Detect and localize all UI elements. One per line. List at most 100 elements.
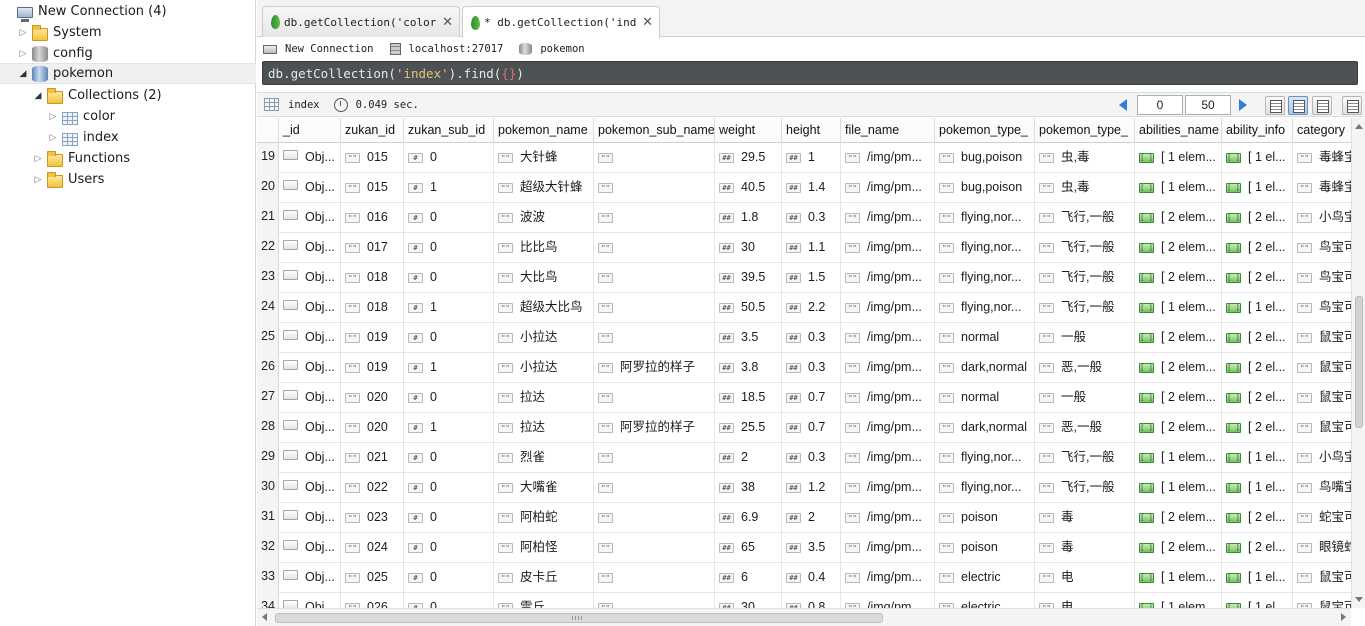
table-cell-weight[interactable]: ## 3.5 — [715, 323, 782, 353]
table-cell-type_en[interactable]: "" flying,nor... — [935, 203, 1035, 233]
table-cell-info[interactable]: [ ] [ 2 el... — [1222, 263, 1293, 293]
table-cell-weight[interactable]: ## 40.5 — [715, 173, 782, 203]
table-cell-file[interactable]: "" /img/pm... — [841, 503, 935, 533]
table-cell-sub[interactable]: #0 — [404, 473, 494, 503]
table-cell-id[interactable]: Obj... — [279, 203, 341, 233]
table-row[interactable]: 19 Obj... "" 015 #0 "" 大针蜂 "" ## 29.5 ## 1 "" /img/pm… — [257, 143, 1351, 173]
table-cell-weight[interactable]: ## 38 — [715, 473, 782, 503]
table-cell-height[interactable]: ## 2.2 — [782, 293, 841, 323]
table-cell-zukan[interactable]: "" 021 — [341, 443, 404, 473]
tree-db-system[interactable]: ▷ System — [0, 22, 256, 43]
table-cell-subname[interactable]: "" — [594, 233, 715, 263]
table-cell-name[interactable]: "" 阿柏怪 — [494, 533, 594, 563]
table-cell-type_cn[interactable]: "" 虫,毒 — [1035, 143, 1135, 173]
table-cell-id[interactable]: Obj... — [279, 383, 341, 413]
table-cell-abil[interactable]: [ ] [ 2 elem... — [1135, 503, 1222, 533]
table-cell-subname[interactable]: "" — [594, 593, 715, 608]
table-cell-file[interactable]: "" /img/pm... — [841, 443, 935, 473]
text-view-button[interactable] — [1312, 96, 1332, 115]
table-cell-name[interactable]: "" 雷丘 — [494, 593, 594, 608]
table-cell-cat[interactable]: "" 小鸟宝 — [1293, 443, 1351, 473]
table-cell-sub[interactable]: #0 — [404, 233, 494, 263]
close-icon[interactable]: ✕ — [642, 15, 653, 30]
table-cell-abil[interactable]: [ ] [ 2 elem... — [1135, 533, 1222, 563]
scroll-left-icon[interactable] — [262, 613, 267, 621]
table-cell-sub[interactable]: #0 — [404, 263, 494, 293]
table-cell-type_cn[interactable]: "" 毒 — [1035, 503, 1135, 533]
table-cell-weight[interactable]: ## 18.5 — [715, 383, 782, 413]
table-cell-sub[interactable]: #0 — [404, 203, 494, 233]
tree-collection-index[interactable]: ▷ index — [0, 127, 256, 148]
table-cell-type_cn[interactable]: "" 电 — [1035, 563, 1135, 593]
column-header[interactable]: ability_info — [1222, 118, 1293, 143]
table-cell-height[interactable]: ## 0.3 — [782, 323, 841, 353]
table-cell-subname[interactable]: "" — [594, 203, 715, 233]
table-row[interactable]: 23 Obj... "" 018 #0 "" 大比鸟 "" ## 39.5 ## 1.5 "" /img/… — [257, 263, 1351, 293]
table-cell-type_cn[interactable]: "" 飞行,一般 — [1035, 263, 1135, 293]
column-header[interactable]: file_name — [841, 118, 935, 143]
table-cell-name[interactable]: "" 大嘴雀 — [494, 473, 594, 503]
table-cell-height[interactable]: ## 1.5 — [782, 263, 841, 293]
table-cell-cat[interactable]: "" 鸟嘴宝 — [1293, 473, 1351, 503]
tree-connection[interactable]: New Connection (4) — [0, 1, 256, 22]
table-cell-type_en[interactable]: "" flying,nor... — [935, 233, 1035, 263]
table-cell-subname[interactable]: "" — [594, 443, 715, 473]
table-cell-type_en[interactable]: "" normal — [935, 323, 1035, 353]
table-cell-type_cn[interactable]: "" 飞行,一般 — [1035, 293, 1135, 323]
table-cell-id[interactable]: Obj... — [279, 263, 341, 293]
table-cell-sub[interactable]: #0 — [404, 593, 494, 608]
table-cell-name[interactable]: "" 拉达 — [494, 383, 594, 413]
table-cell-type_en[interactable]: "" flying,nor... — [935, 443, 1035, 473]
table-cell-name[interactable]: "" 阿柏蛇 — [494, 503, 594, 533]
table-cell-file[interactable]: "" /img/pm... — [841, 263, 935, 293]
table-cell-id[interactable]: Obj... — [279, 173, 341, 203]
scroll-up-icon[interactable] — [1355, 124, 1363, 129]
table-cell-cat[interactable]: "" 鼠宝可 — [1293, 413, 1351, 443]
table-cell-abil[interactable]: [ ] [ 2 elem... — [1135, 353, 1222, 383]
collapse-arrow-icon[interactable]: ◢ — [17, 68, 29, 80]
table-cell-file[interactable]: "" /img/pm... — [841, 473, 935, 503]
table-cell-subname[interactable]: "" — [594, 503, 715, 533]
tab-color[interactable]: db.getCollection('color')⋯ ✕ — [262, 6, 460, 37]
table-cell-abil[interactable]: [ ] [ 2 elem... — [1135, 263, 1222, 293]
table-cell-sub[interactable]: #0 — [404, 383, 494, 413]
table-cell-subname[interactable]: "" — [594, 473, 715, 503]
table-cell-abil[interactable]: [ ] [ 1 elem... — [1135, 143, 1222, 173]
table-cell-subname[interactable]: "" 阿罗拉的样子 — [594, 413, 715, 443]
table-row[interactable]: 21 Obj... "" 016 #0 "" 波波 "" ## 1.8 ## 0.3 "" /img/pm… — [257, 203, 1351, 233]
table-cell-id[interactable]: Obj... — [279, 443, 341, 473]
table-cell-id[interactable]: Obj... — [279, 413, 341, 443]
column-header[interactable]: weight — [715, 118, 782, 143]
vertical-scroll-thumb[interactable] — [1355, 296, 1363, 428]
table-cell-file[interactable]: "" /img/pm... — [841, 233, 935, 263]
tree-collections[interactable]: ◢ Collections (2) — [0, 85, 256, 106]
table-cell-weight[interactable]: ## 6.9 — [715, 503, 782, 533]
table-cell-type_cn[interactable]: "" 飞行,一般 — [1035, 443, 1135, 473]
table-row[interactable]: 22 Obj... "" 017 #0 "" 比比鸟 "" ## 30 ## 1.1 "" /img/pm… — [257, 233, 1351, 263]
table-cell-weight[interactable]: ## 1.8 — [715, 203, 782, 233]
table-cell-subname[interactable]: "" — [594, 533, 715, 563]
column-header[interactable]: pokemon_type_ — [935, 118, 1035, 143]
table-cell-cat[interactable]: "" 鼠宝可 — [1293, 323, 1351, 353]
table-cell-zukan[interactable]: "" 025 — [341, 563, 404, 593]
table-row[interactable]: 32 Obj... "" 024 #0 "" 阿柏怪 "" ## 65 ## 3.5 "" /img/pm… — [257, 533, 1351, 563]
table-cell-info[interactable]: [ ] [ 2 el... — [1222, 353, 1293, 383]
table-cell-height[interactable]: ## 0.3 — [782, 203, 841, 233]
table-cell-weight[interactable]: ## 25.5 — [715, 413, 782, 443]
table-cell-subname[interactable]: "" — [594, 293, 715, 323]
table-cell-zukan[interactable]: "" 024 — [341, 533, 404, 563]
column-header[interactable]: pokemon_type_ — [1035, 118, 1135, 143]
table-cell-type_en[interactable]: "" normal — [935, 383, 1035, 413]
table-cell-info[interactable]: [ ] [ 1 el... — [1222, 563, 1293, 593]
table-cell-info[interactable]: [ ] [ 1 el... — [1222, 473, 1293, 503]
table-cell-type_cn[interactable]: "" 飞行,一般 — [1035, 233, 1135, 263]
table-cell-height[interactable]: ## 2 — [782, 503, 841, 533]
table-cell-name[interactable]: "" 大针蜂 — [494, 143, 594, 173]
scroll-right-icon[interactable] — [1341, 613, 1346, 621]
expand-arrow-icon[interactable]: ▷ — [47, 132, 59, 144]
table-cell-cat[interactable]: "" 鼠宝可 — [1293, 563, 1351, 593]
table-cell-name[interactable]: "" 小拉达 — [494, 323, 594, 353]
table-cell-abil[interactable]: [ ] [ 1 elem... — [1135, 443, 1222, 473]
table-cell-name[interactable]: "" 烈雀 — [494, 443, 594, 473]
table-cell-subname[interactable]: "" — [594, 383, 715, 413]
